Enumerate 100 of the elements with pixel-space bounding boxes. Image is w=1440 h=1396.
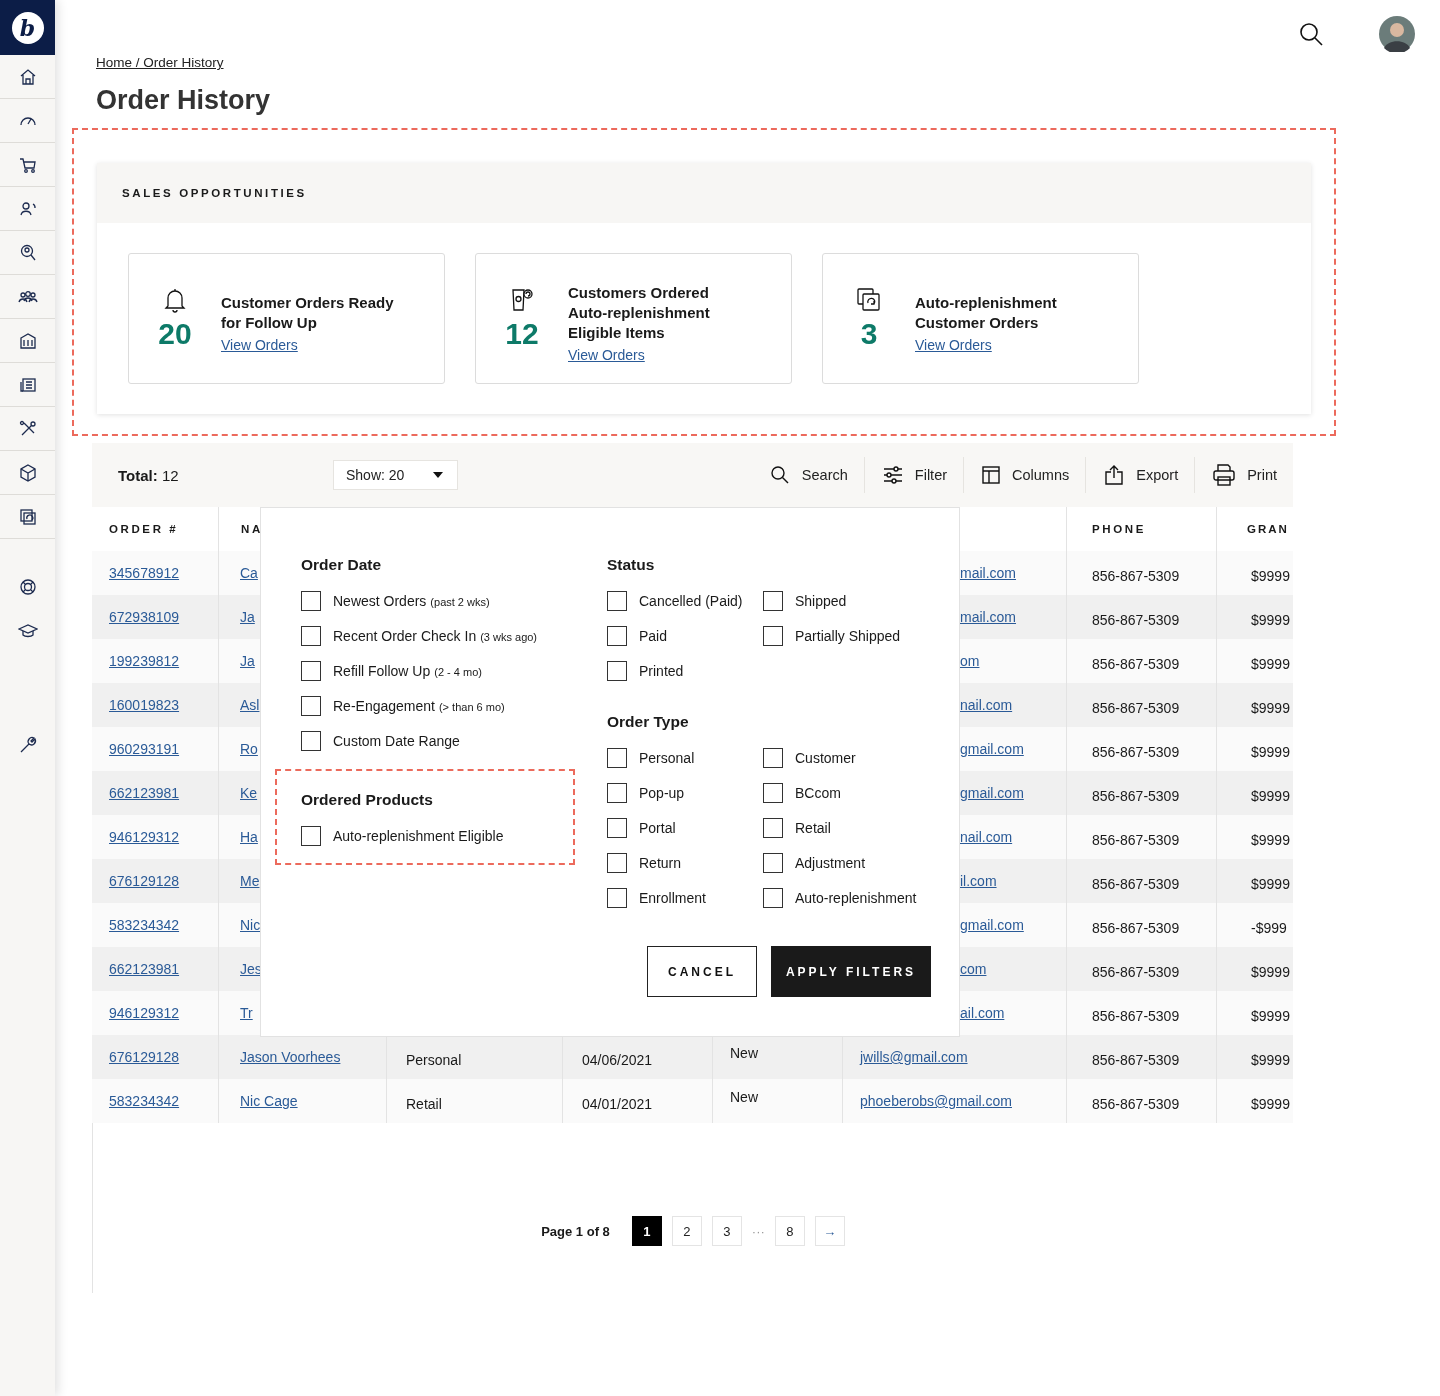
- email-link[interactable]: om: [960, 653, 980, 669]
- page-button[interactable]: 1: [631, 1216, 662, 1246]
- page-size-dropdown[interactable]: Show: 20: [333, 460, 458, 490]
- copy-icon[interactable]: [17, 506, 38, 527]
- email-link[interactable]: gmail.com: [960, 785, 1024, 801]
- email-link[interactable]: mail.com: [960, 565, 1016, 581]
- email-link[interactable]: ail.com: [960, 1005, 1005, 1021]
- table-cell: 856-867-5309: [1092, 1096, 1180, 1112]
- checkbox[interactable]: [607, 783, 627, 803]
- checkbox[interactable]: [301, 626, 321, 646]
- order-number-link[interactable]: 345678912: [109, 565, 180, 581]
- order-number-link[interactable]: 672938109: [109, 609, 180, 625]
- customer-name-link[interactable]: Ca: [240, 565, 258, 581]
- order-number-link[interactable]: 960293191: [109, 741, 180, 757]
- table-cell: $9999: [1251, 1052, 1290, 1068]
- checkbox[interactable]: [763, 818, 783, 838]
- page-button[interactable]: 3: [711, 1216, 742, 1246]
- avatar[interactable]: [1379, 16, 1415, 52]
- table-cell: 856-867-5309: [1092, 568, 1180, 584]
- export-button[interactable]: Export: [1085, 457, 1195, 493]
- email-link[interactable]: phoeberobs@gmail.com: [860, 1093, 1012, 1109]
- page-button[interactable]: 8: [774, 1216, 805, 1246]
- printer-icon: [1213, 464, 1236, 486]
- checkbox[interactable]: [763, 626, 783, 646]
- order-number-link[interactable]: 160019823: [109, 697, 180, 713]
- table-cell: $9999: [1251, 1096, 1290, 1112]
- checkbox[interactable]: [607, 888, 627, 908]
- email-link[interactable]: il.com: [960, 873, 997, 889]
- checkbox[interactable]: [607, 626, 627, 646]
- table-cell: Retail: [406, 1096, 442, 1112]
- email-link[interactable]: nail.com: [960, 697, 1013, 713]
- customer-name-link[interactable]: Jason Voorhees: [240, 1049, 341, 1065]
- order-number-link[interactable]: 583234342: [109, 1093, 180, 1109]
- logo[interactable]: b: [11, 11, 44, 44]
- option-label: Portal: [639, 820, 676, 836]
- filter-button[interactable]: Filter: [863, 457, 964, 493]
- total-count: Total: 12: [118, 466, 180, 484]
- checkbox[interactable]: [607, 853, 627, 873]
- search-button[interactable]: Search: [751, 457, 864, 493]
- order-number-link[interactable]: 676129128: [109, 873, 180, 889]
- email-link[interactable]: gmail.com: [960, 917, 1024, 933]
- view-orders-link[interactable]: View Orders: [221, 336, 403, 353]
- checkbox[interactable]: [763, 748, 783, 768]
- customer-name-link[interactable]: Ja: [240, 609, 255, 625]
- group-title: Ordered Products: [301, 791, 434, 809]
- customer-name-link[interactable]: Ro: [240, 741, 258, 757]
- checkbox[interactable]: [763, 591, 783, 611]
- order-number-link[interactable]: 946129312: [109, 1005, 180, 1021]
- order-number-link[interactable]: 583234342: [109, 917, 180, 933]
- search-icon[interactable]: [1298, 21, 1324, 47]
- checkbox[interactable]: [763, 888, 783, 908]
- customer-name-link[interactable]: Nic Cage: [240, 1093, 298, 1109]
- next-page-button[interactable]: →: [814, 1216, 845, 1246]
- breadcrumb[interactable]: Home / Order History: [96, 55, 224, 70]
- checkbox[interactable]: [763, 783, 783, 803]
- count: 12: [505, 316, 539, 351]
- checkbox[interactable]: [607, 591, 627, 611]
- table-cell: $9999: [1251, 832, 1290, 848]
- cancel-button[interactable]: CANCEL: [647, 946, 757, 997]
- caret-icon: [433, 472, 443, 478]
- checkbox[interactable]: [301, 826, 321, 846]
- order-number-link[interactable]: 676129128: [109, 1049, 180, 1065]
- customer-name-link[interactable]: Me: [240, 873, 260, 889]
- view-orders-link[interactable]: View Orders: [915, 336, 1097, 353]
- email-link[interactable]: mail.com: [960, 609, 1016, 625]
- checkbox[interactable]: [607, 661, 627, 681]
- checkbox[interactable]: [607, 748, 627, 768]
- apply-filters-button[interactable]: APPLY FILTERS: [771, 946, 931, 997]
- table-cell: New: [730, 1089, 758, 1105]
- view-orders-link[interactable]: View Orders: [568, 346, 750, 363]
- order-number-link[interactable]: 662123981: [109, 785, 180, 801]
- print-button[interactable]: Print: [1194, 457, 1293, 493]
- order-number-link[interactable]: 662123981: [109, 961, 180, 977]
- columns-button[interactable]: Columns: [963, 457, 1086, 493]
- table-cell: 856-867-5309: [1092, 656, 1180, 672]
- export-icon: [1104, 465, 1125, 485]
- table-cell: Personal: [406, 1052, 462, 1068]
- customer-name-link[interactable]: Asl: [240, 697, 260, 713]
- table-cell: $9999: [1251, 788, 1290, 804]
- order-number-link[interactable]: 946129312: [109, 829, 180, 845]
- lifebuoy-icon[interactable]: [17, 577, 38, 597]
- checkbox[interactable]: [607, 818, 627, 838]
- customer-name-link[interactable]: Nic: [240, 917, 261, 933]
- checkbox[interactable]: [763, 853, 783, 873]
- checkbox[interactable]: [301, 661, 321, 681]
- email-link[interactable]: nail.com: [960, 829, 1013, 845]
- checkbox[interactable]: [301, 731, 321, 751]
- customer-name-link[interactable]: Ha: [240, 829, 258, 845]
- customer-name-link[interactable]: Tr: [240, 1005, 253, 1021]
- checkbox[interactable]: [301, 696, 321, 716]
- box-icon[interactable]: [17, 462, 38, 483]
- order-number-link[interactable]: 199239812: [109, 653, 180, 669]
- page-button[interactable]: 2: [671, 1216, 702, 1246]
- customer-name-link[interactable]: Ja: [240, 653, 255, 669]
- email-link[interactable]: com: [960, 961, 987, 977]
- checkbox[interactable]: [301, 591, 321, 611]
- email-link[interactable]: gmail.com: [960, 741, 1024, 757]
- option-label: Enrollment: [639, 890, 706, 906]
- customer-name-link[interactable]: Ke: [240, 785, 258, 801]
- email-link[interactable]: jwills@gmail.com: [860, 1049, 968, 1065]
